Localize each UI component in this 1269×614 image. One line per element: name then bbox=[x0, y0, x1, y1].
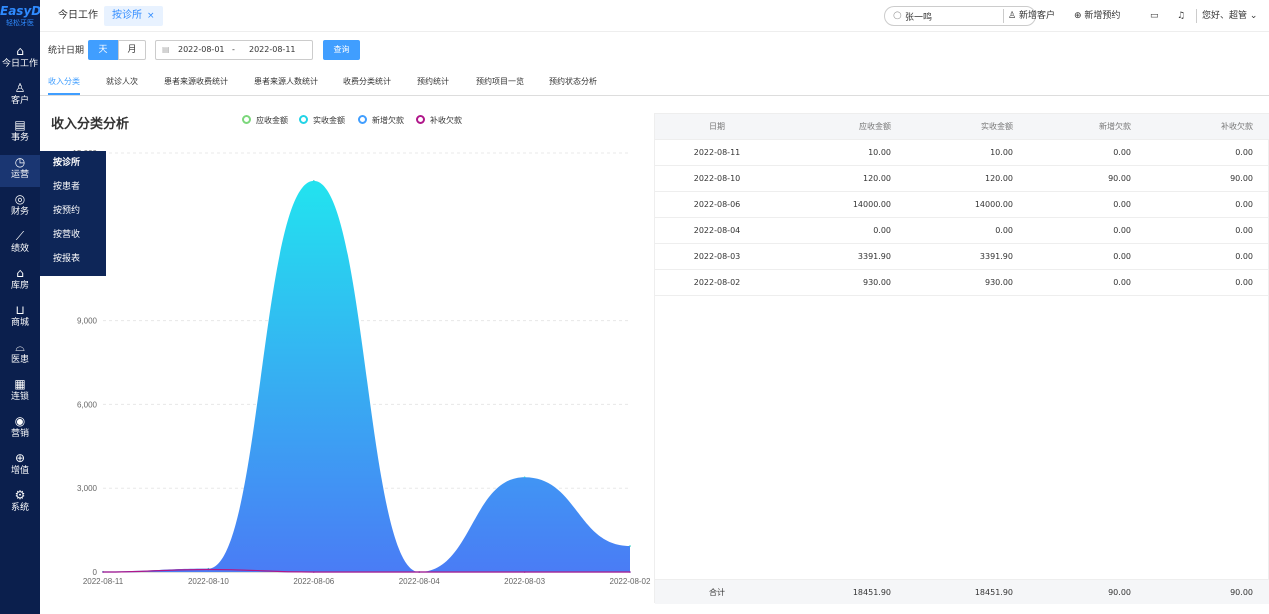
table-row[interactable]: 2022-08-04 0.00 0.00 0.00 0.00 bbox=[655, 218, 1269, 244]
total-label: 合计 bbox=[709, 588, 725, 597]
cell-receivable: 14000.00 bbox=[852, 200, 891, 209]
header-date[interactable]: 日期 bbox=[655, 114, 779, 140]
divider bbox=[1003, 9, 1004, 23]
x-tick-label: 2022-08-06 bbox=[293, 577, 334, 586]
header-received[interactable]: 实收金额 bbox=[891, 114, 1013, 140]
series-point bbox=[102, 571, 104, 573]
cell-date: 2022-08-03 bbox=[693, 252, 741, 261]
table-row[interactable]: 2022-08-02 930.00 930.00 0.00 0.00 bbox=[655, 270, 1269, 296]
cell-new-debt: 0.00 bbox=[1113, 252, 1131, 261]
header-receivable[interactable]: 应收金额 bbox=[779, 114, 891, 140]
cell-received: 10.00 bbox=[990, 148, 1013, 157]
submenu-item-by-revenue[interactable]: 按营收 bbox=[40, 223, 106, 247]
search-input[interactable] bbox=[905, 9, 1025, 23]
cell-collected-debt: 0.00 bbox=[1235, 252, 1253, 261]
cell-receivable: 120.00 bbox=[863, 174, 891, 183]
series-point bbox=[523, 476, 526, 479]
user-menu[interactable]: 您好、超管 ⌄ bbox=[1202, 8, 1257, 24]
cell-received: 14000.00 bbox=[974, 200, 1013, 209]
table-row[interactable]: 2022-08-11 10.00 10.00 0.00 0.00 bbox=[655, 140, 1269, 166]
cell-receivable: 3391.90 bbox=[857, 252, 891, 261]
cell-collected-debt: 90.00 bbox=[1230, 174, 1253, 183]
add-clock-icon: ⊕ bbox=[1074, 11, 1085, 21]
series-point bbox=[523, 571, 526, 573]
cell-new-debt: 0.00 bbox=[1113, 200, 1131, 209]
add-appointment-button[interactable]: ⊕ 新增预约 bbox=[1074, 8, 1120, 24]
operations-submenu: 按诊所 按患者 按预约 按营收 按报表 bbox=[40, 151, 106, 276]
cell-date: 2022-08-11 bbox=[693, 148, 741, 157]
cell-date: 2022-08-06 bbox=[693, 200, 741, 209]
cell-collected-debt: 0.00 bbox=[1235, 148, 1253, 157]
message-icon[interactable]: ▭ bbox=[1150, 8, 1159, 24]
y-tick-label: 6,000 bbox=[77, 400, 98, 409]
cell-new-debt: 0.00 bbox=[1113, 226, 1131, 235]
cell-collected-debt: 0.00 bbox=[1235, 200, 1253, 209]
table-row[interactable]: 2022-08-10 120.00 120.00 90.00 90.00 bbox=[655, 166, 1269, 192]
y-tick-label: 3,000 bbox=[77, 484, 98, 493]
cell-collected-debt: 0.00 bbox=[1235, 226, 1253, 235]
series-area-received bbox=[103, 180, 630, 572]
cell-received: 0.00 bbox=[995, 226, 1013, 235]
cell-new-debt: 90.00 bbox=[1108, 174, 1131, 183]
divider bbox=[1196, 9, 1197, 23]
add-customer-label: 新增客户 bbox=[1018, 11, 1055, 21]
x-tick-label: 2022-08-10 bbox=[188, 577, 229, 586]
greeting-text: 您好、超管 bbox=[1202, 11, 1248, 21]
table-footer-total: 合计 18451.90 18451.90 90.00 90.00 bbox=[655, 579, 1269, 604]
header-collected-debt[interactable]: 补收欠款 bbox=[1131, 114, 1253, 140]
income-table: 日期 应收金额 实收金额 新增欠款 补收欠款 2022-08-11 10.00 … bbox=[654, 113, 1269, 604]
cell-received: 3391.90 bbox=[979, 252, 1013, 261]
table-row[interactable]: 2022-08-03 3391.90 3391.90 0.00 0.00 bbox=[655, 244, 1269, 270]
total-collected-debt: 90.00 bbox=[1230, 588, 1253, 597]
cell-date: 2022-08-10 bbox=[693, 174, 741, 183]
series-point bbox=[418, 571, 421, 573]
series-point bbox=[313, 180, 315, 182]
y-tick-label: 9,000 bbox=[77, 317, 98, 326]
submenu-item-by-clinic[interactable]: 按诊所 bbox=[40, 151, 106, 175]
x-tick-label: 2022-08-11 bbox=[83, 577, 124, 586]
cell-receivable: 10.00 bbox=[868, 148, 891, 157]
x-tick-label: 2022-08-03 bbox=[504, 577, 545, 586]
search-icon: ○ bbox=[893, 10, 902, 21]
cell-date: 2022-08-04 bbox=[693, 226, 741, 235]
cell-received: 120.00 bbox=[985, 174, 1013, 183]
chevron-down-icon: ⌄ bbox=[1247, 11, 1258, 21]
x-tick-label: 2022-08-02 bbox=[610, 577, 651, 586]
series-point bbox=[629, 571, 631, 573]
add-customer-button[interactable]: ♙ 新增客户 bbox=[1008, 8, 1055, 24]
add-appointment-label: 新增预约 bbox=[1084, 11, 1121, 21]
total-receivable: 18451.90 bbox=[852, 588, 891, 597]
total-new-debt: 90.00 bbox=[1108, 588, 1131, 597]
cell-received: 930.00 bbox=[985, 278, 1013, 287]
submenu-item-by-report[interactable]: 按报表 bbox=[40, 247, 106, 271]
header-new-debt[interactable]: 新增欠款 bbox=[1013, 114, 1131, 140]
cell-collected-debt: 0.00 bbox=[1235, 278, 1253, 287]
series-point bbox=[629, 545, 631, 547]
table-row[interactable]: 2022-08-06 14000.00 14000.00 0.00 0.00 bbox=[655, 192, 1269, 218]
table-header: 日期 应收金额 实收金额 新增欠款 补收欠款 bbox=[655, 114, 1269, 140]
income-area-chart: 03,0006,0009,00015,0002022-08-112022-08-… bbox=[73, 149, 651, 586]
cell-new-debt: 0.00 bbox=[1113, 148, 1131, 157]
cell-new-debt: 0.00 bbox=[1113, 278, 1131, 287]
cell-date: 2022-08-02 bbox=[693, 278, 741, 287]
submenu-item-by-patient[interactable]: 按患者 bbox=[40, 175, 106, 199]
series-point bbox=[207, 568, 210, 571]
cell-receivable: 930.00 bbox=[863, 278, 891, 287]
x-tick-label: 2022-08-04 bbox=[399, 577, 440, 586]
series-point bbox=[313, 571, 315, 573]
cell-receivable: 0.00 bbox=[873, 226, 891, 235]
bell-icon[interactable]: ♫ bbox=[1177, 8, 1185, 24]
total-received: 18451.90 bbox=[974, 588, 1013, 597]
submenu-item-by-appointment[interactable]: 按预约 bbox=[40, 199, 106, 223]
y-tick-label: 0 bbox=[93, 568, 98, 577]
add-user-icon: ♙ bbox=[1008, 11, 1019, 21]
